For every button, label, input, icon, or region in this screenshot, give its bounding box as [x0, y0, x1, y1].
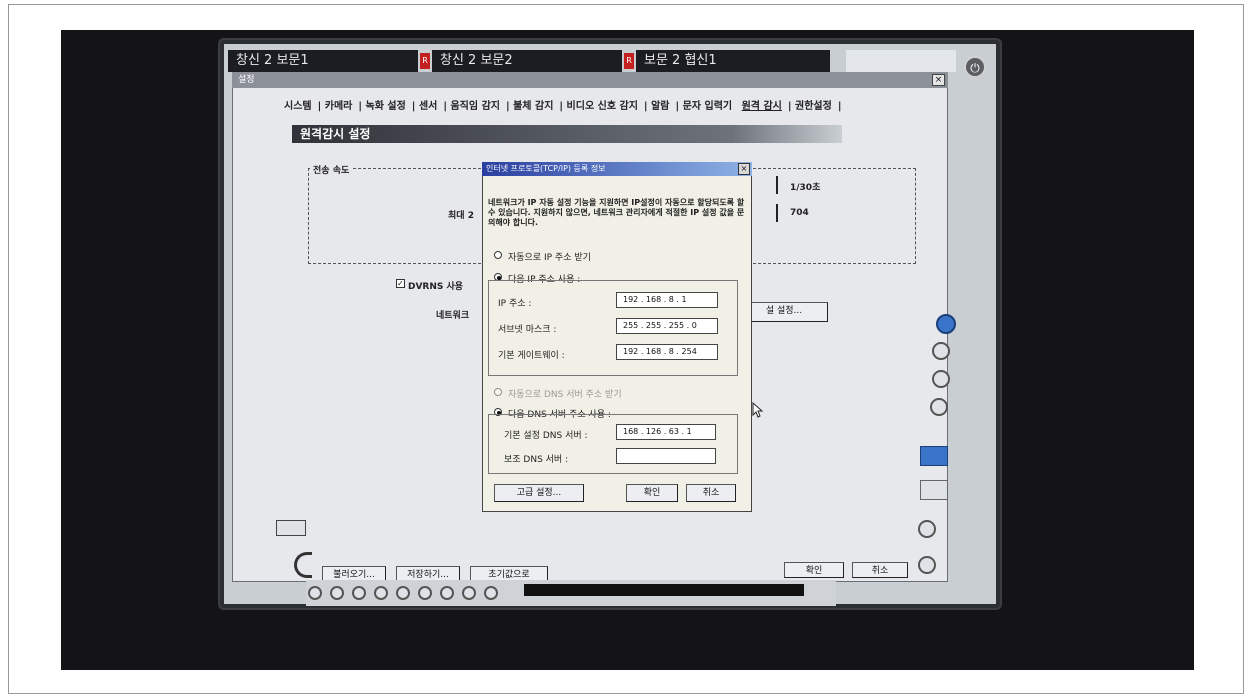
channel-circle-button[interactable]	[936, 314, 956, 334]
camera-title-3[interactable]: 보문 2 협신1	[636, 50, 830, 72]
channel-select-circle[interactable]	[374, 586, 388, 600]
channel-select-circle[interactable]	[484, 586, 498, 600]
channel-select-circle[interactable]	[418, 586, 432, 600]
gateway-label: 기본 게이트웨이 :	[498, 351, 565, 361]
channel-select-circle[interactable]	[308, 586, 322, 600]
fps-slider-handle[interactable]	[776, 176, 778, 194]
resolution-slider-handle[interactable]	[776, 204, 778, 222]
max-label: 최대 2	[448, 211, 474, 221]
primary-dns-field[interactable]: 168 . 126 . 63 . 1	[616, 424, 716, 440]
channel-circle-button[interactable]	[932, 370, 950, 388]
camera-title-2[interactable]: 창신 2 보문2	[432, 50, 622, 72]
tab-remote[interactable]: 원격 감시	[742, 101, 782, 112]
auto-dns-radio[interactable]	[494, 388, 502, 396]
dialog-cancel-button[interactable]: 취소	[686, 484, 736, 502]
channel-select-circle[interactable]	[396, 586, 410, 600]
tab-motion[interactable]: 움직임 감지	[450, 101, 499, 112]
dialog-close-icon[interactable]: ×	[738, 163, 750, 175]
settings-button[interactable]: 설 설정...	[740, 302, 828, 322]
dialog-titlebar: 인터넷 프로토콜(TCP/IP) 등록 정보	[482, 162, 752, 176]
side-button[interactable]	[920, 480, 948, 500]
tab-permission[interactable]: 권한설정	[795, 101, 832, 112]
auto-ip-radio[interactable]	[494, 251, 502, 259]
tab-record[interactable]: 녹화 설정	[366, 101, 406, 112]
fps-value: 1/30초	[790, 183, 821, 193]
secondary-dns-label: 보조 DNS 서버 :	[504, 455, 569, 465]
tab-object[interactable]: 불체 감지	[513, 101, 553, 112]
auto-ip-label: 자동으로 IP 주소 받기	[508, 253, 591, 263]
window-ok-button[interactable]: 확인	[784, 562, 844, 578]
close-icon[interactable]: ×	[932, 74, 945, 86]
network-label: 네트워크	[436, 311, 470, 321]
window-title: 설정	[238, 75, 255, 85]
gateway-field[interactable]: 192 . 168 . 8 . 254	[616, 344, 718, 360]
secondary-dns-field[interactable]	[616, 448, 716, 464]
dvrns-label: DVRNS 사용	[408, 282, 464, 292]
speed-group-label: 전송 속도	[310, 163, 353, 176]
ip-address-label: IP 주소 :	[498, 299, 532, 309]
side-blue-button[interactable]	[920, 446, 948, 466]
camera-title-1[interactable]: 창신 2 보문1	[228, 50, 418, 72]
dialog-ok-button[interactable]: 확인	[626, 484, 678, 502]
logo-area	[846, 50, 956, 72]
camera-record-indicator: R	[420, 53, 430, 69]
side-circle-button[interactable]	[918, 520, 936, 538]
left-small-button[interactable]	[276, 520, 306, 536]
tab-sensor[interactable]: 센서	[419, 101, 437, 112]
dns-group	[488, 414, 738, 474]
channel-select-circle[interactable]	[330, 586, 344, 600]
settings-window-titlebar: 설정	[232, 72, 948, 88]
tab-alarm[interactable]: 알람	[651, 101, 669, 112]
mouse-cursor-icon	[752, 401, 764, 418]
dialog-description: 네트워크가 IP 자동 설정 기능을 지원하면 IP설정이 자동으로 할당되도록…	[488, 198, 745, 227]
advanced-button[interactable]: 고급 설정...	[494, 484, 584, 502]
window-cancel-button[interactable]: 취소	[852, 562, 908, 578]
subnet-mask-field[interactable]: 255 . 255 . 255 . 0	[616, 318, 718, 334]
tab-system[interactable]: 시스템	[284, 101, 312, 112]
channel-select-circle[interactable]	[462, 586, 476, 600]
timeline-bar[interactable]	[524, 584, 804, 596]
channel-select-circle[interactable]	[352, 586, 366, 600]
subnet-mask-label: 서브넷 마스크 :	[498, 325, 557, 335]
primary-dns-label: 기본 설정 DNS 서버 :	[504, 431, 588, 441]
ip-address-field[interactable]: 192 . 168 . 8 . 1	[616, 292, 718, 308]
section-title: 원격감시 설정	[292, 125, 842, 143]
power-icon[interactable]: ⏻	[964, 56, 986, 78]
settings-tabs: 시스템 | 카메라 | 녹화 설정 | 센서 | 움직임 감지 | 불체 감지 | 비디오 …	[284, 101, 841, 112]
tab-camera[interactable]: 카메라	[325, 101, 353, 112]
dvrns-checkbox[interactable]: ✓	[396, 279, 405, 288]
channel-select-circle[interactable]	[440, 586, 454, 600]
resolution-value: 704	[790, 208, 809, 218]
auto-dns-label: 자동으로 DNS 서버 주소 받기	[508, 390, 622, 400]
tab-video-signal[interactable]: 비디오 신호 감지	[567, 101, 638, 112]
side-circle-button[interactable]	[918, 556, 936, 574]
channel-circle-button[interactable]	[932, 342, 950, 360]
camera-record-indicator: R	[624, 53, 634, 69]
channel-circle-button[interactable]	[930, 398, 948, 416]
tab-text-input[interactable]: 문자 입력기	[683, 101, 732, 112]
